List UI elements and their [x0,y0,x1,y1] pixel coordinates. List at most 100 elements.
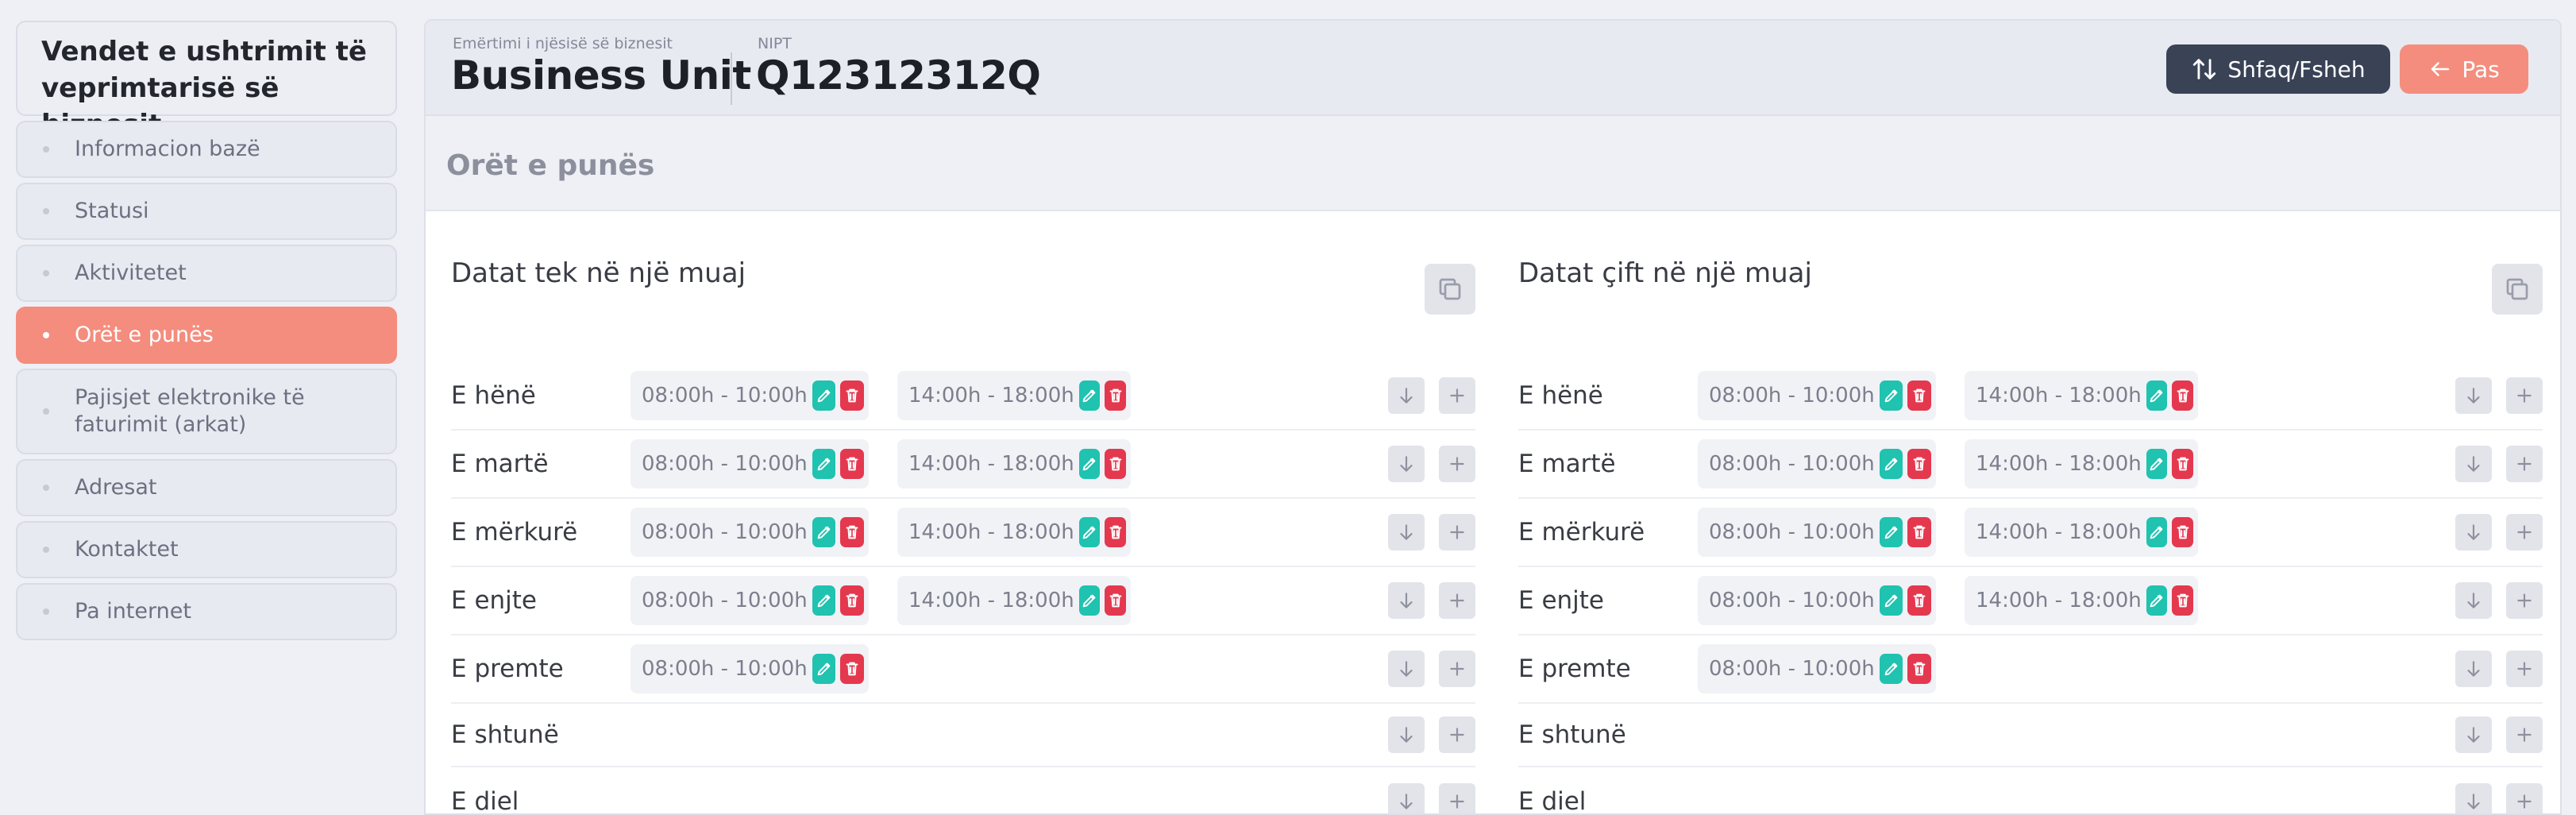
add-slot-button[interactable] [2506,582,2543,619]
delete-slot-button[interactable] [2172,380,2193,411]
plus-icon [2517,794,2532,809]
back-button[interactable]: Pas [2400,44,2528,94]
add-slot-button[interactable] [1439,651,1475,687]
bullet-icon [43,208,49,214]
delete-slot-button[interactable] [2172,449,2193,479]
delete-slot-button[interactable] [1105,380,1126,411]
pencil-icon [2150,389,2163,403]
delete-slot-button[interactable] [1105,517,1126,547]
edit-slot-button[interactable] [1879,449,1903,479]
edit-slot-button[interactable] [2146,449,2168,479]
add-slot-button[interactable] [2506,377,2543,414]
delete-slot-button[interactable] [840,517,864,547]
bullet-icon [43,547,49,553]
add-slot-button[interactable] [2506,514,2543,550]
plus-icon [2517,728,2532,742]
delete-slot-button[interactable] [840,654,864,684]
delete-slot-button[interactable] [1907,585,1931,616]
arrow-down-icon [2467,524,2480,540]
day-row: E hënë 08:00h - 10:00h 14:00h - 18:00h [451,362,1475,431]
copy-schedule-button[interactable] [2492,264,2543,315]
add-slot-button[interactable] [1439,446,1475,482]
delete-slot-button[interactable] [1907,517,1931,547]
edit-slot-button[interactable] [1078,517,1101,547]
sidebar-item-informacion-baze[interactable]: Informacion bazë [16,121,397,178]
delete-slot-button[interactable] [840,380,864,411]
copy-schedule-button[interactable] [1425,264,1475,315]
arrow-down-icon [1400,727,1413,743]
sidebar-item-pajisjet[interactable]: Pajisjet elektronike të faturimit (arkat… [16,369,397,454]
day-name: E martë [451,450,549,478]
add-slot-button[interactable] [2506,651,2543,687]
move-down-button[interactable] [1388,783,1425,813]
delete-slot-button[interactable] [1105,585,1126,616]
pencil-icon [1082,594,1096,608]
pencil-icon [817,458,830,471]
edit-slot-button[interactable] [2146,585,2168,616]
edit-slot-button[interactable] [1879,654,1903,684]
delete-slot-button[interactable] [1105,449,1126,479]
edit-slot-button[interactable] [1078,585,1101,616]
move-down-button[interactable] [2455,582,2492,619]
edit-slot-button[interactable] [1879,380,1903,411]
move-down-button[interactable] [1388,582,1425,619]
edit-slot-button[interactable] [812,517,836,547]
edit-slot-button[interactable] [1078,380,1101,411]
sidebar-item-oret-e-punes[interactable]: Orët e punës [16,307,397,364]
delete-slot-button[interactable] [2172,517,2193,547]
sidebar: Vendet e ushtrimit të veprimtarisë së bi… [16,21,397,640]
add-slot-button[interactable] [1439,377,1475,414]
move-down-button[interactable] [2455,377,2492,414]
move-down-button[interactable] [1388,446,1425,482]
panel-title: Datat tek në një muaj [451,257,746,289]
day-row: E diel [451,767,1475,813]
add-slot-button[interactable] [1439,717,1475,753]
edit-slot-button[interactable] [812,380,836,411]
time-slot-text: 08:00h - 10:00h [1709,520,1875,544]
edit-slot-button[interactable] [2146,380,2168,411]
arrow-down-icon [2467,794,2480,809]
add-slot-button[interactable] [1439,514,1475,550]
add-slot-button[interactable] [1439,582,1475,619]
delete-slot-button[interactable] [1907,449,1931,479]
move-down-button[interactable] [1388,514,1425,550]
move-down-button[interactable] [2455,651,2492,687]
add-slot-button[interactable] [2506,717,2543,753]
sidebar-item-adresat[interactable]: Adresat [16,459,397,516]
plus-icon [1450,728,1464,742]
move-down-button[interactable] [1388,377,1425,414]
move-down-button[interactable] [2455,514,2492,550]
pencil-icon [1884,458,1897,471]
delete-slot-button[interactable] [1907,654,1931,684]
add-slot-button[interactable] [1439,783,1475,813]
sidebar-item-statusi[interactable]: Statusi [16,183,397,240]
add-slot-button[interactable] [2506,446,2543,482]
time-slot-text: 14:00h - 18:00h [1976,384,2142,408]
move-down-button[interactable] [2455,783,2492,813]
plus-icon [2517,525,2532,539]
delete-slot-button[interactable] [840,585,864,616]
edit-slot-button[interactable] [2146,517,2168,547]
sidebar-item-pa-internet[interactable]: Pa internet [16,583,397,640]
sidebar-item-kontaktet[interactable]: Kontaktet [16,521,397,578]
edit-slot-button[interactable] [1879,585,1903,616]
toggle-visibility-button[interactable]: Shfaq/Fsheh [2166,44,2390,94]
move-down-button[interactable] [1388,717,1425,753]
delete-slot-button[interactable] [840,449,864,479]
edit-slot-button[interactable] [812,449,836,479]
move-down-button[interactable] [1388,651,1425,687]
edit-slot-button[interactable] [1879,517,1903,547]
edit-slot-button[interactable] [1078,449,1101,479]
delete-slot-button[interactable] [2172,585,2193,616]
day-row: E enjte 08:00h - 10:00h 14:00h - 18:00h [1518,567,2543,635]
edit-slot-button[interactable] [812,654,836,684]
move-down-button[interactable] [2455,446,2492,482]
trash-icon [2177,388,2189,403]
edit-slot-button[interactable] [812,585,836,616]
time-slot: 14:00h - 18:00h [1965,508,2198,557]
time-slot-text: 08:00h - 10:00h [642,657,808,681]
sidebar-item-aktivitetet[interactable]: Aktivitetet [16,245,397,302]
delete-slot-button[interactable] [1907,380,1931,411]
move-down-button[interactable] [2455,717,2492,753]
add-slot-button[interactable] [2506,783,2543,813]
